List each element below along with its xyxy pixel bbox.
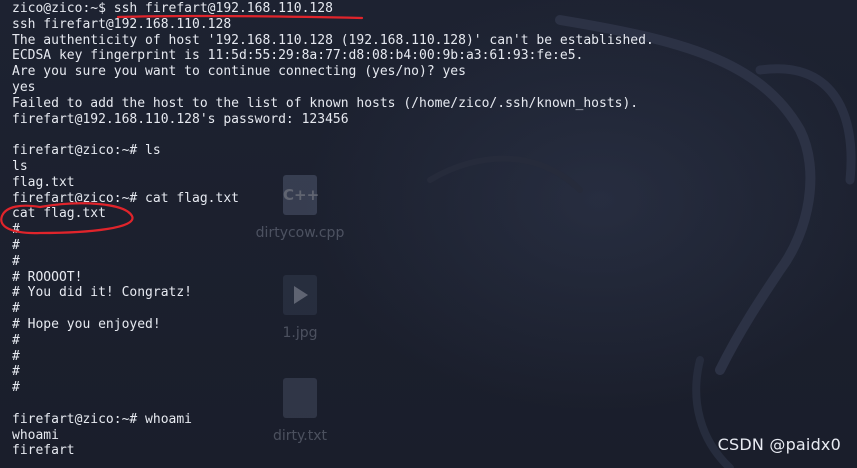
- terminal-line: ECDSA key fingerprint is 11:5d:55:29:8a:…: [12, 48, 584, 64]
- terminal-line: firefart@zico:~# whoami: [12, 411, 193, 427]
- terminal-line: Are you sure you want to continue connec…: [12, 64, 466, 80]
- terminal-line: whoami: [12, 427, 59, 443]
- terminal-line: flag.txt: [12, 174, 75, 190]
- terminal-line: zico@zico:~$ ssh firefart@192.168.110.12…: [12, 1, 333, 16]
- terminal-line: # Hope you enjoyed!: [12, 316, 161, 332]
- terminal-line: #: [12, 348, 20, 364]
- terminal-line: #: [12, 301, 20, 317]
- terminal-output[interactable]: zico@zico:~$ ssh firefart@192.168.110.12…: [12, 1, 654, 459]
- terminal-line: The authenticity of host '192.168.110.12…: [12, 32, 654, 48]
- terminal-line: #: [12, 364, 20, 380]
- terminal-line: #: [12, 380, 20, 396]
- terminal-line: Failed to add the host to the list of kn…: [12, 95, 639, 111]
- terminal-line: yes: [12, 79, 36, 95]
- terminal-line: #: [12, 237, 20, 253]
- terminal-line: ls: [12, 158, 28, 174]
- terminal-line: #: [12, 332, 20, 348]
- terminal-line: firefart@192.168.110.128's password: 123…: [12, 111, 349, 127]
- terminal-line: #: [12, 222, 20, 238]
- terminal-line: ssh firefart@192.168.110.128: [12, 16, 232, 32]
- terminal-line: # You did it! Congratz!: [12, 285, 193, 301]
- terminal-line: firefart: [12, 443, 75, 459]
- terminal-line: cat flag.txt: [12, 206, 106, 222]
- terminal-line: #: [12, 253, 20, 269]
- terminal-line: # ROOOOT!: [12, 269, 83, 285]
- terminal-line: firefart@zico:~# ls: [12, 143, 161, 159]
- csdn-watermark: CSDN @paidx0: [717, 435, 841, 454]
- terminal-line: firefart@zico:~# cat flag.txt: [12, 190, 239, 206]
